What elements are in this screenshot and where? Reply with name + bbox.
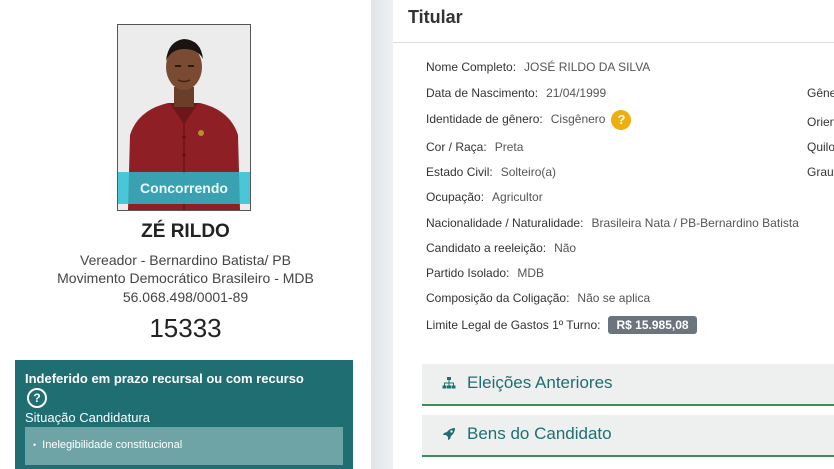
field-party: Partido Isolado: MDB xyxy=(426,266,544,280)
question-icon[interactable]: ? xyxy=(611,110,632,130)
accordion-label: Bens do Candidato xyxy=(467,424,612,443)
field-label: Partido Isolado: xyxy=(426,266,510,280)
field-value: Cisgênero xyxy=(550,112,606,127)
sitemap-icon xyxy=(442,376,456,395)
field-gender-identity: Identidade de gênero: Cisgênero? xyxy=(426,110,632,130)
field-value: Agricultor xyxy=(492,190,543,204)
candidate-panel: Concorrendo ZÉ RILDO Vereador - Bernardi… xyxy=(0,0,371,469)
panel-divider xyxy=(371,0,393,469)
field-label: Data de Nascimento: xyxy=(426,86,539,100)
field-marital-status: Estado Civil: Solteiro(a) xyxy=(426,165,556,179)
field-occupation: Ocupação: Agricultor xyxy=(426,190,543,204)
field-value: MDB xyxy=(517,266,545,280)
candidacy-status-box: Indeferido em prazo recursal ou com recu… xyxy=(15,360,353,469)
candidate-number: 15333 xyxy=(149,313,222,343)
field-nationality: Nacionalidade / Naturalidade: Brasileira … xyxy=(426,216,799,230)
field-label: Identidade de gênero: xyxy=(426,112,543,127)
field-label: Estado Civil: xyxy=(426,165,493,179)
field-label: Limite Legal de Gastos 1º Turno: xyxy=(426,318,601,332)
field-full-name: Nome Completo: JOSÉ RILDO DA SILVA xyxy=(426,60,650,74)
accordion-assets[interactable]: Bens do Candidato xyxy=(422,415,834,457)
field-value: Solteiro(a) xyxy=(500,165,557,179)
spending-limit-badge: R$ 15.985,08 xyxy=(608,316,697,334)
field-value: JOSÉ RILDO DA SILVA xyxy=(524,60,651,74)
status-badge: Concorrendo xyxy=(118,172,250,204)
field-label-cut: Orien xyxy=(807,115,834,129)
field-value: Brasileira Nata / PB-Bernardino Batista xyxy=(591,216,799,230)
card-title: Titular xyxy=(408,7,463,27)
accordion-label: Eleições Anteriores xyxy=(467,373,613,392)
titular-card: Titular Nome Completo: JOSÉ RILDO DA SILV… xyxy=(393,0,834,469)
status-subtitle: Situação Candidatura xyxy=(25,410,151,425)
field-label-cut: Grau xyxy=(807,165,834,179)
field-value: Não xyxy=(554,241,577,255)
candidate-name: ZÉ RILDO xyxy=(141,221,230,242)
field-spending-limit: Limite Legal de Gastos 1º Turno: R$ 15.98… xyxy=(426,316,697,334)
card-header: Titular xyxy=(393,0,834,43)
field-label-cut: Quilo xyxy=(807,140,834,154)
field-label: Nacionalidade / Naturalidade: xyxy=(426,216,584,230)
field-value: Não se aplica xyxy=(577,291,651,305)
field-label: Candidato a reeleição: xyxy=(426,241,547,255)
field-reelection: Candidato a reeleição: Não xyxy=(426,241,576,255)
help-icon[interactable]: ? xyxy=(27,388,47,408)
field-race: Cor / Raça: Preta xyxy=(426,140,523,154)
field-value: 21/04/1999 xyxy=(546,86,607,100)
candidate-party: Movimento Democrático Brasileiro - MDB xyxy=(57,270,314,286)
status-list: Inelegibilidade constitucional xyxy=(25,427,343,465)
field-value: Preta xyxy=(494,140,524,154)
list-item: Inelegibilidade constitucional xyxy=(33,439,182,451)
field-coalition: Composição da Coligação: Não se aplica xyxy=(426,291,650,305)
accordion-previous-elections[interactable]: Eleições Anteriores xyxy=(422,364,834,406)
field-birth-date: Data de Nascimento: 21/04/1999 xyxy=(426,86,606,100)
rocket-icon xyxy=(442,427,456,446)
status-title: Indeferido em prazo recursal ou com recu… xyxy=(25,371,304,386)
field-label: Ocupação: xyxy=(426,190,485,204)
field-label: Nome Completo: xyxy=(426,60,517,74)
candidate-office: Vereador - Bernardino Batista/ PB xyxy=(80,252,291,268)
field-label-cut: Gêne xyxy=(807,86,834,100)
candidate-photo: Concorrendo xyxy=(117,24,251,211)
candidate-cnpj: 56.068.498/0001-89 xyxy=(122,289,249,305)
field-label: Cor / Raça: xyxy=(426,140,487,154)
field-label: Composição da Coligação: xyxy=(426,291,570,305)
